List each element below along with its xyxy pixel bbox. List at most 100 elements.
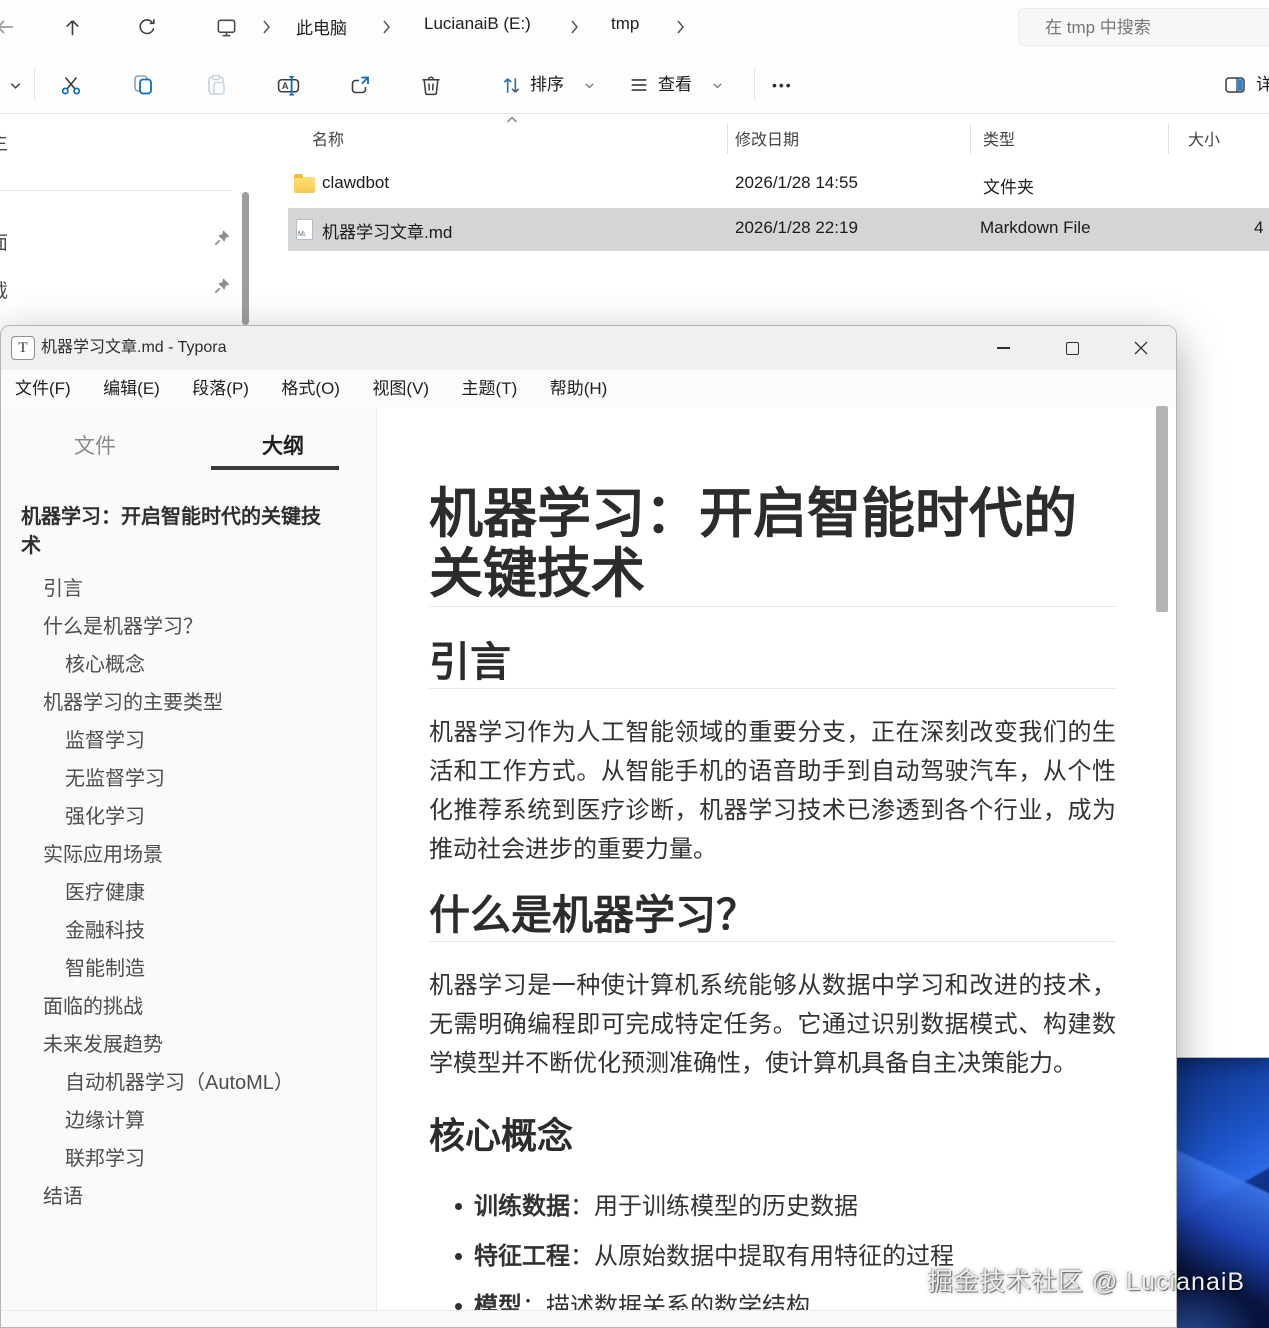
details-pane-label: 详 xyxy=(1256,72,1269,98)
outline-item[interactable]: 核心概念 xyxy=(1,646,376,684)
menu-format[interactable]: 格式(O) xyxy=(267,370,354,408)
editor-area[interactable]: 机器学习：开启智能时代的关键技术 引言 机器学习作为人工智能领域的重要分支，正在… xyxy=(378,408,1176,1311)
delete-icon[interactable] xyxy=(418,72,444,98)
file-size: 4 xyxy=(1254,218,1263,238)
outline-item-h1[interactable]: 机器学习：开启智能时代的关键技术 xyxy=(1,503,376,561)
rename-icon[interactable]: A xyxy=(275,72,301,98)
outline-item[interactable]: 未来发展趋势 xyxy=(1,1026,376,1064)
monitor-icon[interactable] xyxy=(207,8,245,46)
typora-body: 文件 大纲 机器学习：开启智能时代的关键技术 引言 什么是机器学习？ 核心概念 … xyxy=(1,408,1176,1327)
doc-heading-2[interactable]: 引言 xyxy=(429,637,1116,689)
doc-heading-1[interactable]: 机器学习：开启智能时代的关键技术 xyxy=(429,484,1116,607)
outline-item[interactable]: 结语 xyxy=(1,1178,376,1216)
menu-help[interactable]: 帮助(H) xyxy=(536,370,622,408)
view-icon[interactable] xyxy=(626,72,652,98)
typora-sidebar: 文件 大纲 机器学习：开启智能时代的关键技术 引言 什么是机器学习？ 核心概念 … xyxy=(1,408,377,1327)
outline-item[interactable]: 无监督学习 xyxy=(1,760,376,798)
column-separator[interactable] xyxy=(727,124,728,154)
chevron-down-icon xyxy=(576,72,602,98)
file-type: Markdown File xyxy=(980,218,1091,238)
window-title: 机器学习文章.md - Typora xyxy=(41,326,227,370)
more-icon[interactable]: ••• xyxy=(772,72,793,98)
folder-icon xyxy=(294,174,315,193)
file-type: 文件夹 xyxy=(983,173,1034,198)
bullet-dot xyxy=(455,1203,462,1210)
outline-item[interactable]: 边缘计算 xyxy=(1,1102,376,1140)
paste-icon[interactable] xyxy=(203,72,229,98)
menu-theme[interactable]: 主题(T) xyxy=(448,370,532,408)
doc-paragraph[interactable]: 机器学习是一种使计算机系统能够从数据中学习和改进的技术，无需明确编程即可完成特定… xyxy=(429,966,1116,1083)
maximize-button[interactable] xyxy=(1043,326,1101,370)
up-icon[interactable] xyxy=(53,8,91,46)
doc-heading-2[interactable]: 什么是机器学习？ xyxy=(429,890,1116,942)
outline-item[interactable]: 监督学习 xyxy=(1,722,376,760)
sort-button[interactable]: 排序 xyxy=(530,72,564,98)
close-button[interactable] xyxy=(1112,326,1170,370)
tab-files[interactable]: 文件 xyxy=(1,430,189,460)
bullet-dot xyxy=(455,1253,462,1260)
doc-paragraph[interactable]: 机器学习作为人工智能领域的重要分支，正在深刻改变我们的生活和工作方式。从智能手机… xyxy=(429,713,1116,869)
outline-item[interactable]: 机器学习的主要类型 xyxy=(1,684,376,722)
doc-heading-3[interactable]: 核心概念 xyxy=(429,1114,1116,1158)
file-row-selected[interactable]: 机器学习文章.md 2026/1/28 22:19 Markdown File … xyxy=(288,208,1269,251)
column-header-date[interactable]: 修改日期 xyxy=(735,126,799,150)
copy-icon[interactable] xyxy=(130,72,156,98)
back-icon[interactable] xyxy=(0,8,24,46)
column-header-type[interactable]: 类型 xyxy=(983,126,1015,150)
breadcrumb-item-this-pc[interactable]: 此电脑 xyxy=(296,14,347,39)
explorer-toolbar: A 排序 查看 ••• xyxy=(0,55,1269,114)
file-name: 机器学习文章.md xyxy=(322,218,452,243)
menu-file[interactable]: 文件(F) xyxy=(1,370,85,408)
refresh-icon[interactable] xyxy=(128,8,166,46)
breadcrumb-item-drive[interactable]: LucianaiB (E:) xyxy=(424,14,531,34)
typora-title-bar[interactable]: T 机器学习文章.md - Typora xyxy=(1,326,1176,370)
outline-item[interactable]: 实际应用场景 xyxy=(1,836,376,874)
sidebar-item-fragment: 面 xyxy=(0,228,13,252)
toolbar-divider xyxy=(34,68,35,100)
chevron-right-icon xyxy=(258,16,274,38)
chevron-right-icon xyxy=(566,16,582,38)
pin-icon xyxy=(212,276,232,296)
outline-item[interactable]: 什么是机器学习？ xyxy=(1,608,376,646)
watermark: 掘金技术社区 @ LucianaiB xyxy=(928,1262,1245,1298)
outline-item[interactable]: 强化学习 xyxy=(1,798,376,836)
column-separator[interactable] xyxy=(1168,124,1169,154)
desktop: 此电脑 LucianaiB (E:) tmp xyxy=(0,0,1269,1328)
view-button[interactable]: 查看 xyxy=(658,72,692,98)
minimize-button[interactable] xyxy=(974,326,1032,370)
breadcrumb-item-tmp[interactable]: tmp xyxy=(611,14,639,34)
column-separator[interactable] xyxy=(970,124,971,154)
cut-icon[interactable] xyxy=(58,72,84,98)
search-input[interactable] xyxy=(1019,9,1269,47)
typora-footer-bar xyxy=(1,1310,1176,1327)
outline-item[interactable]: 自动机器学习（AutoML） xyxy=(1,1064,376,1102)
menu-paragraph[interactable]: 段落(P) xyxy=(178,370,263,408)
outline-item[interactable]: 面临的挑战 xyxy=(1,988,376,1026)
markdown-file-icon xyxy=(296,219,313,240)
bullet-dot xyxy=(455,1303,462,1310)
details-pane-icon[interactable] xyxy=(1222,72,1248,98)
list-item[interactable]: 训练数据：用于训练模型的历史数据 xyxy=(429,1187,1116,1226)
file-date: 2026/1/28 14:55 xyxy=(735,173,858,193)
outline-item[interactable]: 智能制造 xyxy=(1,950,376,988)
menu-view[interactable]: 视图(V) xyxy=(358,370,443,408)
pin-icon xyxy=(212,228,232,248)
menu-edit[interactable]: 编辑(E) xyxy=(89,370,174,408)
outline-item[interactable]: 医疗健康 xyxy=(1,874,376,912)
column-header-size[interactable]: 大小 xyxy=(1188,126,1220,150)
sidebar-scrollbar[interactable] xyxy=(242,192,249,325)
outline-item[interactable]: 引言 xyxy=(1,570,376,608)
chevron-down-icon[interactable] xyxy=(2,72,28,98)
outline-item[interactable]: 联邦学习 xyxy=(1,1140,376,1178)
file-row[interactable]: clawdbot 2026/1/28 14:55 文件夹 xyxy=(288,163,1269,206)
outline-item[interactable]: 金融科技 xyxy=(1,912,376,950)
editor-scrollbar[interactable] xyxy=(1156,406,1168,612)
column-header-name[interactable]: 名称 xyxy=(312,126,344,150)
sort-icon[interactable] xyxy=(498,72,524,98)
tab-outline[interactable]: 大纲 xyxy=(189,430,377,460)
sidebar-divider xyxy=(0,190,232,191)
chevron-right-icon xyxy=(378,16,394,38)
svg-text:A: A xyxy=(281,81,288,91)
chevron-right-icon xyxy=(672,16,688,38)
share-icon[interactable] xyxy=(347,72,373,98)
